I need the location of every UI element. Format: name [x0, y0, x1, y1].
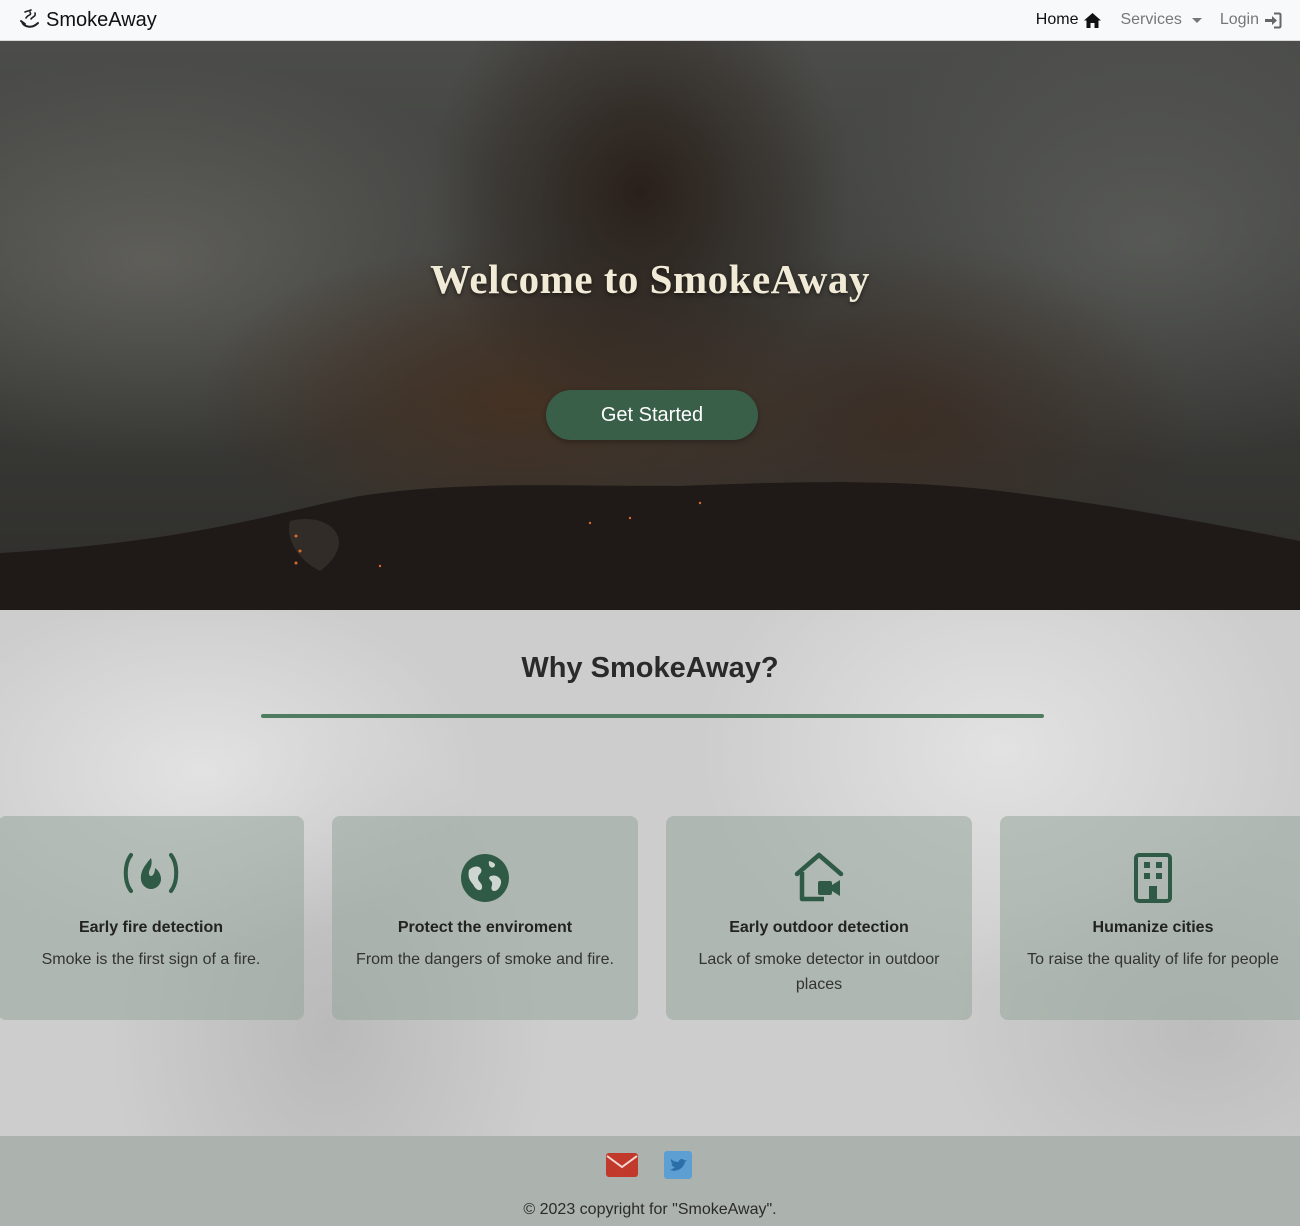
card-text: Lack of smoke detector in outdoor places [698, 951, 940, 993]
card-text: From the dangers of smoke and fire. [356, 951, 614, 968]
get-started-button[interactable]: Get Started [546, 390, 758, 440]
footer: © 2023 copyright for "SmokeAway". [0, 1136, 1300, 1226]
hero-title: Welcome to SmokeAway [430, 256, 870, 302]
fire-icon [0, 852, 304, 904]
feature-card-environment: Protect the enviroment From the dangers … [332, 816, 638, 1020]
building-icon [1000, 852, 1300, 904]
hero-background-image [0, 482, 1300, 610]
card-title: Protect the enviroment [397, 919, 573, 936]
smoke-hand-logo-icon [18, 8, 42, 32]
nav-services-dropdown[interactable]: Services [1120, 11, 1202, 29]
nav-login-link[interactable]: Login [1220, 11, 1282, 29]
card-title: Early outdoor detection [729, 919, 909, 936]
email-icon[interactable] [605, 1151, 639, 1179]
navbar: SmokeAway Home Services Login [0, 0, 1300, 41]
feature-card-fire: Early fire detection Smoke is the first … [0, 816, 304, 1020]
card-title: Early fire detection [78, 919, 224, 936]
nav-services-label: Services [1120, 11, 1182, 28]
brand-name: SmokeAway [46, 8, 157, 31]
brand-link[interactable]: SmokeAway [18, 8, 157, 32]
feature-card-cities: Humanize cities To raise the quality of … [1000, 816, 1300, 1020]
home-icon [1083, 12, 1102, 29]
sign-in-icon [1264, 12, 1282, 29]
nav-login-label: Login [1219, 11, 1259, 28]
card-text: Smoke is the first sign of a fire. [41, 951, 261, 968]
globe-icon [332, 852, 638, 904]
house-camera-icon [666, 852, 972, 904]
nav-home-link[interactable]: Home [1036, 11, 1103, 29]
feature-card-outdoor: Early outdoor detection Lack of smoke de… [666, 816, 972, 1020]
why-section: Why SmokeAway? Early fire detection Smok… [0, 610, 1300, 1136]
card-text: To raise the quality of life for people [1027, 951, 1279, 968]
section-divider [261, 714, 1044, 718]
twitter-icon[interactable] [661, 1151, 695, 1179]
why-title: Why SmokeAway? [521, 652, 779, 684]
card-title: Humanize cities [1092, 919, 1214, 936]
copyright-text: © 2023 copyright for "SmokeAway". [523, 1201, 777, 1218]
chevron-down-icon [1191, 17, 1202, 23]
nav-home-label: Home [1035, 11, 1079, 28]
hero-section: Welcome to SmokeAway Get Started [0, 41, 1300, 610]
